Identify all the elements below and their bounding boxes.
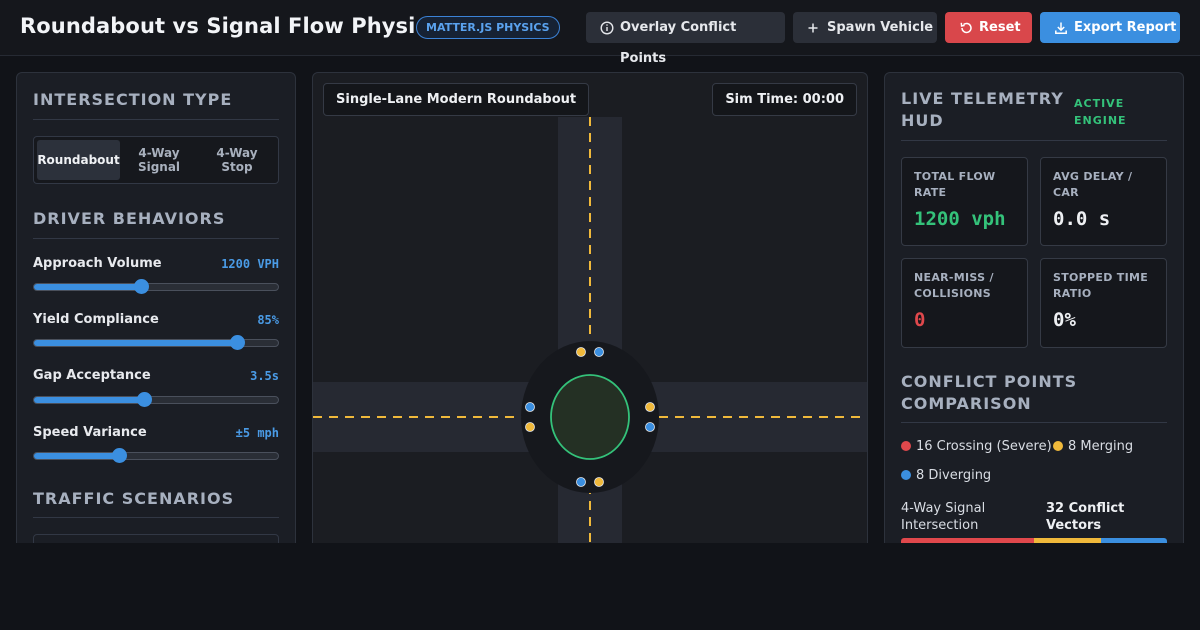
diverging-dot-icon bbox=[901, 470, 911, 480]
slider-fill bbox=[34, 340, 237, 346]
legend-crossing: 16 Crossing (Severe) bbox=[901, 439, 1052, 454]
slider-thumb[interactable] bbox=[134, 279, 150, 294]
page-background bbox=[0, 543, 1200, 630]
avg-delay-stat: AVG DELAY / CAR 0.0 s bbox=[1040, 157, 1167, 246]
spawn-button-label: Spawn Vehicle bbox=[827, 20, 934, 35]
reset-button-label: Reset bbox=[979, 20, 1021, 35]
total-flow-value: 1200 vph bbox=[914, 208, 1006, 230]
comparison-label: 4-Way Signal Intersection bbox=[901, 501, 986, 533]
yield-compliance-label: Yield Compliance bbox=[33, 312, 159, 327]
stat-label: TOTAL FLOW RATE bbox=[914, 170, 996, 199]
merge-point bbox=[525, 422, 535, 432]
slider-thumb[interactable] bbox=[136, 392, 152, 407]
intersection-option-roundabout[interactable]: Roundabout bbox=[37, 140, 120, 180]
plus-icon bbox=[807, 12, 819, 43]
reset-icon bbox=[959, 12, 973, 43]
gap-acceptance-value: 3.5s bbox=[250, 369, 279, 383]
total-flow-stat: TOTAL FLOW RATE 1200 vph bbox=[901, 157, 1028, 246]
overlay-conflict-points-button[interactable]: Overlay Conflict Points bbox=[586, 12, 785, 66]
slider-thumb[interactable] bbox=[112, 448, 128, 463]
yield-compliance-value: 85% bbox=[257, 313, 279, 327]
divider bbox=[901, 140, 1167, 141]
stopped-time-value: 0% bbox=[1053, 309, 1076, 331]
divider bbox=[901, 422, 1167, 423]
app-title: Roundabout vs Signal Flow Physics bbox=[20, 14, 441, 38]
conflict-points-title: CONFLICT POINTS COMPARISON bbox=[901, 372, 1078, 413]
simulation-canvas[interactable]: Single-Lane Modern Roundabout Sim Time: … bbox=[312, 72, 868, 552]
gap-acceptance-slider[interactable] bbox=[33, 392, 279, 407]
diverge-point bbox=[525, 402, 535, 412]
intersection-option-4-way-stop[interactable]: 4-Way Stop bbox=[198, 140, 276, 180]
stat-label: STOPPED TIME RATIO bbox=[1053, 271, 1149, 300]
speed-variance-label: Speed Variance bbox=[33, 425, 147, 440]
diverge-point bbox=[594, 347, 604, 357]
merge-point bbox=[594, 477, 604, 487]
divider bbox=[33, 238, 279, 239]
divider bbox=[33, 119, 279, 120]
legend-merging-label: 8 Merging bbox=[1068, 439, 1134, 454]
download-icon bbox=[1054, 12, 1068, 43]
near-miss-value: 0 bbox=[914, 309, 926, 331]
export-button-label: Export Report bbox=[1074, 20, 1177, 35]
legend-merging: 8 Merging bbox=[1053, 439, 1133, 454]
driver-behaviors-title: DRIVER BEHAVIORS bbox=[33, 209, 226, 228]
slider-fill bbox=[34, 397, 144, 403]
sim-time-display: Sim Time: 00:00 bbox=[712, 83, 857, 116]
stat-label: NEAR-MISS / COLLISIONS bbox=[914, 271, 994, 300]
merging-dot-icon bbox=[1053, 441, 1063, 451]
approach-volume-label: Approach Volume bbox=[33, 256, 162, 271]
intersection-drawing bbox=[313, 117, 867, 551]
near-miss-stat: NEAR-MISS / COLLISIONS 0 bbox=[901, 258, 1028, 348]
divider bbox=[33, 517, 279, 518]
intersection-option-4-way-signal[interactable]: 4-Way Signal bbox=[122, 140, 196, 180]
controls-panel: INTERSECTION TYPE Roundabout 4-Way Signa… bbox=[16, 72, 296, 552]
merge-point bbox=[576, 347, 586, 357]
slider-fill bbox=[34, 284, 142, 290]
export-report-button[interactable]: Export Report bbox=[1040, 12, 1180, 43]
yield-compliance-slider[interactable] bbox=[33, 335, 279, 350]
stopped-time-stat: STOPPED TIME RATIO 0% bbox=[1040, 258, 1167, 348]
diverge-point bbox=[645, 422, 655, 432]
intersection-type-title: INTERSECTION TYPE bbox=[33, 90, 233, 109]
speed-variance-slider[interactable] bbox=[33, 448, 279, 463]
intersection-type-selector: Roundabout 4-Way Signal 4-Way Stop bbox=[33, 136, 279, 184]
avg-delay-value: 0.0 s bbox=[1053, 208, 1111, 230]
spawn-vehicle-button[interactable]: Spawn Vehicle bbox=[793, 12, 937, 43]
central-island bbox=[550, 374, 630, 460]
stat-label: AVG DELAY / CAR bbox=[1053, 170, 1133, 199]
slider-thumb[interactable] bbox=[229, 335, 245, 350]
legend-diverging-label: 8 Diverging bbox=[916, 468, 992, 483]
merge-point bbox=[645, 402, 655, 412]
comparison-value: 32 Conflict Vectors bbox=[1046, 501, 1125, 533]
approach-volume-value: 1200 VPH bbox=[221, 257, 279, 271]
engine-status: ACTIVE ENGINE bbox=[1074, 97, 1127, 127]
app-header: Roundabout vs Signal Flow Physics MATTER… bbox=[0, 0, 1200, 66]
intersection-mode-label: Single-Lane Modern Roundabout bbox=[323, 83, 590, 116]
telemetry-panel: LIVE TELEMETRY HUD ACTIVE ENGINE TOTAL F… bbox=[884, 72, 1184, 552]
hud-title: LIVE TELEMETRY HUD bbox=[901, 89, 1064, 130]
reset-button[interactable]: Reset bbox=[945, 12, 1032, 43]
approach-volume-slider[interactable] bbox=[33, 279, 279, 294]
overlay-button-label: Overlay Conflict Points bbox=[620, 20, 737, 66]
legend-crossing-label: 16 Crossing (Severe) bbox=[916, 439, 1052, 454]
slider-fill bbox=[34, 453, 120, 459]
info-circle-icon bbox=[600, 12, 614, 43]
legend-diverging: 8 Diverging bbox=[901, 468, 991, 483]
speed-variance-value: ±5 mph bbox=[235, 426, 279, 440]
gap-acceptance-label: Gap Acceptance bbox=[33, 368, 151, 383]
crossing-dot-icon bbox=[901, 441, 911, 451]
traffic-scenarios-title: TRAFFIC SCENARIOS bbox=[33, 489, 235, 508]
diverge-point bbox=[576, 477, 586, 487]
engine-badge: MATTER.JS PHYSICS bbox=[416, 16, 560, 39]
